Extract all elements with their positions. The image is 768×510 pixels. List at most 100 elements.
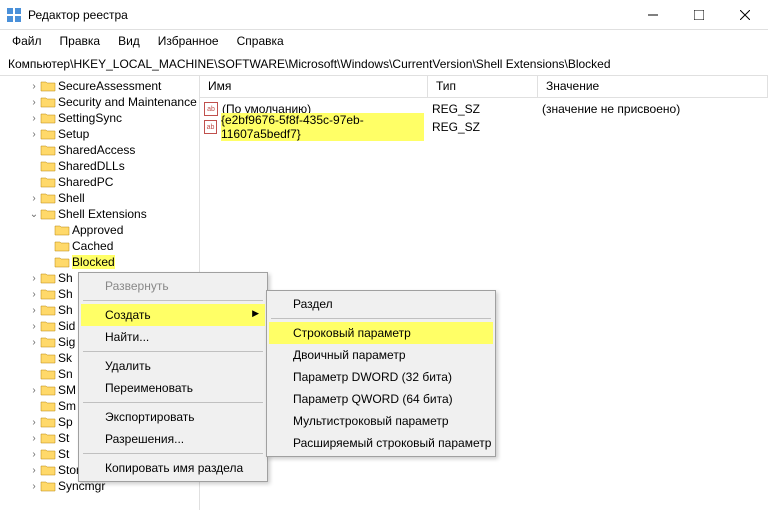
tree-item[interactable]: Blocked xyxy=(0,254,199,270)
list-header: Имя Тип Значение xyxy=(200,76,768,98)
app-icon xyxy=(6,7,22,23)
ctx-separator xyxy=(83,351,263,352)
folder-icon xyxy=(40,319,56,333)
expand-icon[interactable]: › xyxy=(28,113,40,124)
folder-icon xyxy=(54,223,70,237)
expand-icon[interactable]: › xyxy=(28,97,40,108)
expand-icon[interactable]: › xyxy=(28,465,40,476)
expand-icon[interactable]: › xyxy=(28,385,40,396)
tree-item[interactable]: › Setup xyxy=(0,126,199,142)
window-title: Редактор реестра xyxy=(28,8,630,22)
sub-expandstring[interactable]: Расширяемый строковый параметр xyxy=(269,432,493,454)
expand-icon[interactable]: › xyxy=(28,273,40,284)
ctx-copy-keyname[interactable]: Копировать имя раздела xyxy=(81,457,265,479)
minimize-button[interactable] xyxy=(630,0,676,30)
expand-icon[interactable]: › xyxy=(28,129,40,140)
expand-icon[interactable]: ⌄ xyxy=(28,209,40,220)
sub-binary[interactable]: Двоичный параметр xyxy=(269,344,493,366)
sub-qword[interactable]: Параметр QWORD (64 бита) xyxy=(269,388,493,410)
sub-string[interactable]: Строковый параметр xyxy=(269,322,493,344)
list-row[interactable]: ab{e2bf9676-5f8f-435c-97eb-11607a5bedf7}… xyxy=(200,118,768,136)
sub-dword[interactable]: Параметр DWORD (32 бита) xyxy=(269,366,493,388)
address-bar[interactable]: Компьютер\HKEY_LOCAL_MACHINE\SOFTWARE\Mi… xyxy=(0,52,768,76)
folder-icon xyxy=(40,191,56,205)
sub-multistring[interactable]: Мультистроковый параметр xyxy=(269,410,493,432)
maximize-button[interactable] xyxy=(676,0,722,30)
tree-item-label: SecureAssessment xyxy=(58,79,161,93)
ctx-separator xyxy=(83,300,263,301)
tree-item[interactable]: SharedAccess xyxy=(0,142,199,158)
tree-item-label: Sh xyxy=(58,271,73,285)
tree-item-label: Shell Extensions xyxy=(58,207,147,221)
ctx-create[interactable]: Создать▶ xyxy=(81,304,265,326)
ctx-create-label: Создать xyxy=(105,308,151,322)
ctx-export[interactable]: Экспортировать xyxy=(81,406,265,428)
expand-icon[interactable]: › xyxy=(28,417,40,428)
tree-item-label: Sh xyxy=(58,287,73,301)
folder-icon xyxy=(40,127,56,141)
tree-item[interactable]: › Security and Maintenance xyxy=(0,94,199,110)
expand-icon[interactable]: › xyxy=(28,449,40,460)
expand-icon[interactable]: › xyxy=(28,305,40,316)
tree-item-label: Sid xyxy=(58,319,75,333)
value-data: (значение не присвоено) xyxy=(538,102,768,116)
tree-item[interactable]: › SecureAssessment xyxy=(0,78,199,94)
tree-item-label: Sm xyxy=(58,399,76,413)
folder-icon xyxy=(40,287,56,301)
tree-item-label: SharedAccess xyxy=(58,143,135,157)
folder-icon xyxy=(40,271,56,285)
folder-icon xyxy=(40,447,56,461)
col-name[interactable]: Имя xyxy=(200,76,428,97)
menu-help[interactable]: Справка xyxy=(229,32,292,50)
folder-icon xyxy=(40,431,56,445)
menu-file[interactable]: Файл xyxy=(4,32,50,50)
tree-item[interactable]: Cached xyxy=(0,238,199,254)
tree-item-label: Security and Maintenance xyxy=(58,95,197,109)
tree-item-label: Sp xyxy=(58,415,73,429)
ctx-separator xyxy=(83,453,263,454)
titlebar: Редактор реестра xyxy=(0,0,768,30)
expand-icon[interactable]: › xyxy=(28,337,40,348)
close-button[interactable] xyxy=(722,0,768,30)
ctx-delete[interactable]: Удалить xyxy=(81,355,265,377)
value-type: REG_SZ xyxy=(428,120,538,134)
tree-item[interactable]: SharedDLLs xyxy=(0,158,199,174)
tree-item[interactable]: SharedPC xyxy=(0,174,199,190)
menu-favorites[interactable]: Избранное xyxy=(150,32,227,50)
folder-icon xyxy=(40,383,56,397)
tree-item[interactable]: › Shell xyxy=(0,190,199,206)
folder-icon xyxy=(40,95,56,109)
tree-item[interactable]: Approved xyxy=(0,222,199,238)
ctx-expand[interactable]: Развернуть xyxy=(81,275,265,297)
value-type: REG_SZ xyxy=(428,102,538,116)
ctx-find[interactable]: Найти... xyxy=(81,326,265,348)
menu-view[interactable]: Вид xyxy=(110,32,148,50)
tree-item-label: Sig xyxy=(58,335,75,349)
tree-item[interactable]: ⌄ Shell Extensions xyxy=(0,206,199,222)
expand-icon[interactable]: › xyxy=(28,289,40,300)
col-val[interactable]: Значение xyxy=(538,76,768,97)
tree-item-label: Blocked xyxy=(72,255,115,269)
menu-edit[interactable]: Правка xyxy=(52,32,109,50)
expand-icon[interactable]: › xyxy=(28,81,40,92)
folder-icon xyxy=(54,239,70,253)
expand-icon[interactable]: › xyxy=(28,481,40,492)
sub-key[interactable]: Раздел xyxy=(269,293,493,315)
ctx-rename[interactable]: Переименовать xyxy=(81,377,265,399)
tree-item-label: SM xyxy=(58,383,76,397)
folder-icon xyxy=(40,479,56,493)
expand-icon[interactable]: › xyxy=(28,321,40,332)
tree-item-label: Setup xyxy=(58,127,89,141)
context-submenu-create: Раздел Строковый параметр Двоичный парам… xyxy=(266,290,496,457)
expand-icon[interactable]: › xyxy=(28,193,40,204)
ctx-permissions[interactable]: Разрешения... xyxy=(81,428,265,450)
tree-item-label: Approved xyxy=(72,223,123,237)
folder-icon xyxy=(40,303,56,317)
folder-icon xyxy=(40,351,56,365)
tree-item[interactable]: ›SettingSync xyxy=(0,110,199,126)
tree-item-label: Sk xyxy=(58,351,72,365)
tree-item-label: Shell xyxy=(58,191,85,205)
expand-icon[interactable]: › xyxy=(28,433,40,444)
col-type[interactable]: Тип xyxy=(428,76,538,97)
folder-icon xyxy=(40,463,56,477)
